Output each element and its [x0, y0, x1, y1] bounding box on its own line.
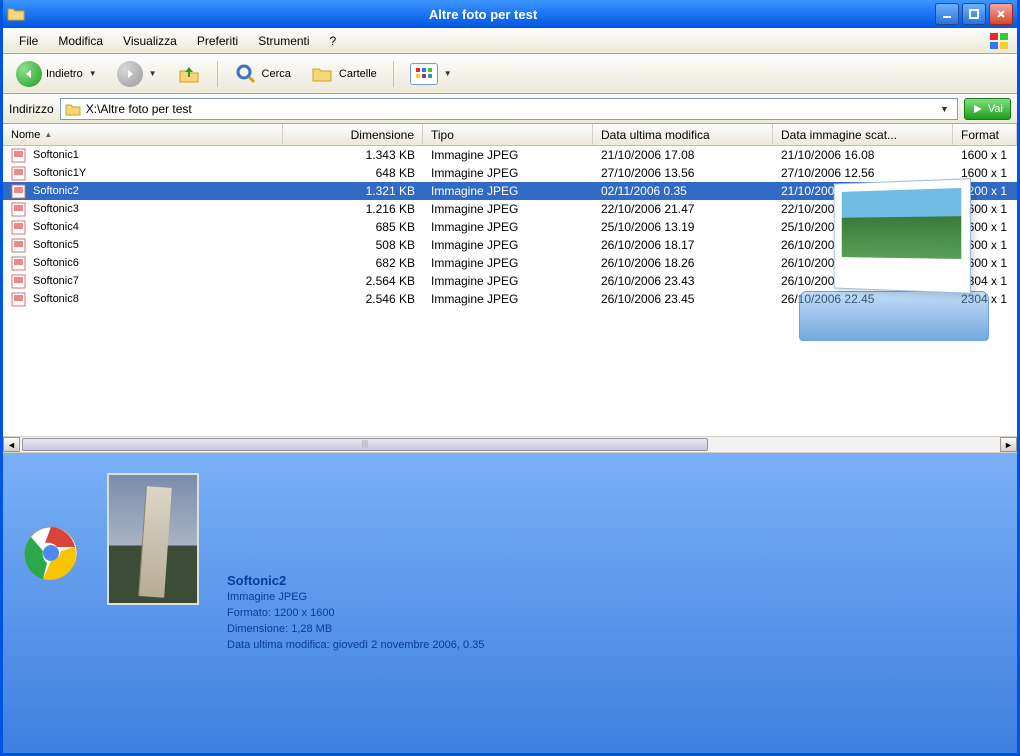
details-size: Dimensione: 1,28 MB: [227, 623, 484, 635]
image-file-icon: [11, 292, 26, 307]
thumbnail: [107, 473, 199, 605]
chevron-down-icon: ▼: [444, 69, 452, 78]
details-name: Softonic2: [227, 573, 484, 588]
file-shot: 26/10/2006 22.45: [773, 288, 953, 310]
file-format: 2304 x 1: [953, 288, 1017, 310]
scrollbar-horizontal[interactable]: ◄ ||| ►: [3, 436, 1017, 453]
views-button[interactable]: ▼: [403, 58, 459, 90]
menu-view[interactable]: Visualizza: [113, 30, 187, 52]
details-type: Immagine JPEG: [227, 591, 484, 603]
image-file-icon: [11, 256, 26, 271]
image-file-icon: [11, 274, 26, 289]
file-name: Softonic1: [33, 149, 79, 161]
chevron-down-icon: ▼: [89, 69, 97, 78]
file-size: 2.546 KB: [283, 288, 423, 310]
image-file-icon: [11, 202, 26, 217]
menu-file[interactable]: File: [9, 30, 48, 52]
menu-help[interactable]: ?: [320, 30, 347, 52]
go-button[interactable]: Vai: [964, 98, 1011, 120]
address-dropdown[interactable]: ▼: [936, 104, 953, 114]
forward-icon: [117, 61, 143, 87]
file-name: Softonic7: [33, 275, 79, 287]
menu-favorites[interactable]: Preferiti: [187, 30, 248, 52]
window-title: Altre foto per test: [31, 7, 935, 22]
back-button[interactable]: Indietro ▼: [9, 56, 104, 92]
image-file-icon: [11, 220, 26, 235]
address-label: Indirizzo: [9, 102, 54, 116]
minimize-button[interactable]: [935, 3, 959, 25]
chrome-icon: [23, 525, 79, 581]
up-button[interactable]: [170, 57, 208, 91]
file-list: Softonic11.343 KBImmagine JPEG21/10/2006…: [3, 146, 1017, 436]
views-icon: [410, 63, 438, 85]
file-name: Softonic3: [33, 203, 79, 215]
address-input[interactable]: [86, 102, 931, 116]
col-format[interactable]: Format: [953, 124, 1017, 145]
addressbar: Indirizzo ▼ Vai: [3, 94, 1017, 124]
search-button[interactable]: Cerca: [227, 57, 298, 91]
scroll-track[interactable]: |||: [20, 437, 1000, 452]
file-type: Immagine JPEG: [423, 288, 593, 310]
file-name: Softonic4: [33, 221, 79, 233]
col-modified[interactable]: Data ultima modifica: [593, 124, 773, 145]
details-modified: Data ultima modifica: giovedì 2 novembre…: [227, 639, 484, 651]
forward-button[interactable]: ▼: [110, 56, 164, 92]
table-row[interactable]: Softonic82.546 KBImmagine JPEG26/10/2006…: [3, 290, 1017, 308]
col-type[interactable]: Tipo: [423, 124, 593, 145]
search-icon: [234, 62, 258, 86]
titlebar: Altre foto per test: [3, 0, 1017, 28]
search-label: Cerca: [262, 68, 291, 80]
image-file-icon: [11, 238, 26, 253]
col-size[interactable]: Dimensione: [283, 124, 423, 145]
scroll-thumb[interactable]: |||: [22, 438, 708, 451]
windows-flag-icon: [989, 32, 1011, 50]
toolbar: Indietro ▼ ▼ Cerca Cartelle ▼: [3, 54, 1017, 94]
folders-button[interactable]: Cartelle: [304, 57, 384, 91]
maximize-button[interactable]: [962, 3, 986, 25]
file-name: Softonic5: [33, 239, 79, 251]
back-label: Indietro: [46, 68, 83, 80]
menubar: File Modifica Visualizza Preferiti Strum…: [3, 28, 1017, 54]
folder-icon: [65, 101, 81, 117]
image-file-icon: [11, 148, 26, 163]
details-pane: Softonic2 Immagine JPEG Formato: 1200 x …: [3, 453, 1017, 753]
go-label: Vai: [988, 103, 1003, 115]
scroll-right-button[interactable]: ►: [1000, 437, 1017, 452]
scroll-left-button[interactable]: ◄: [3, 437, 20, 452]
close-button[interactable]: [989, 3, 1013, 25]
folder-icon: [7, 5, 25, 23]
folders-label: Cartelle: [339, 68, 377, 80]
file-name: Softonic6: [33, 257, 79, 269]
chevron-down-icon: ▼: [149, 69, 157, 78]
file-name: Softonic1Y: [33, 167, 86, 179]
details-text: Softonic2 Immagine JPEG Formato: 1200 x …: [227, 573, 484, 733]
folders-icon: [311, 62, 335, 86]
file-modified: 26/10/2006 23.45: [593, 288, 773, 310]
image-file-icon: [11, 166, 26, 181]
col-shot[interactable]: Data immagine scat...: [773, 124, 953, 145]
menu-edit[interactable]: Modifica: [48, 30, 113, 52]
address-field[interactable]: ▼: [60, 98, 958, 120]
file-name: Softonic8: [33, 293, 79, 305]
file-name: Softonic2: [33, 185, 79, 197]
menu-tools[interactable]: Strumenti: [248, 30, 319, 52]
col-name[interactable]: Nome▲: [3, 124, 283, 145]
up-folder-icon: [177, 62, 201, 86]
image-file-icon: [11, 184, 26, 199]
details-format: Formato: 1200 x 1600: [227, 607, 484, 619]
back-icon: [16, 61, 42, 87]
